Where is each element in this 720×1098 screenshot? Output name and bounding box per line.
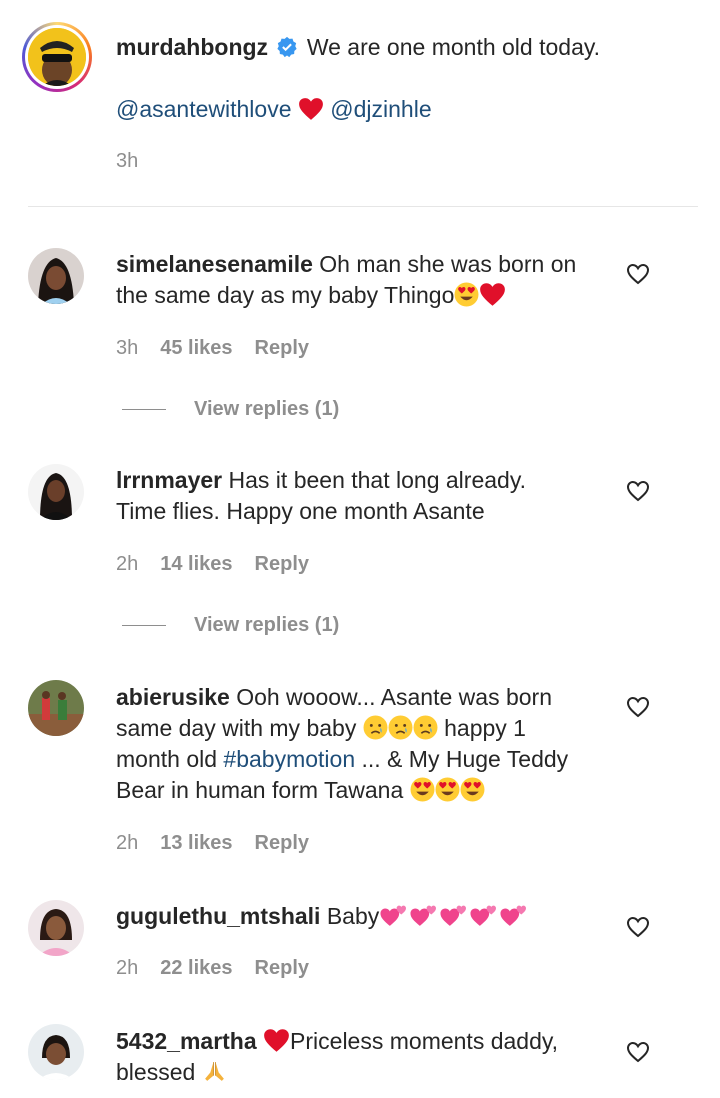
red-heart-emoji	[263, 1028, 290, 1053]
like-heart-icon[interactable]	[626, 916, 650, 938]
comment-body: 5432_martha Priceless moments daddy, ble…	[116, 1026, 558, 1088]
like-heart-icon[interactable]	[626, 480, 650, 502]
like-heart-icon[interactable]	[626, 1041, 650, 1063]
divider	[28, 206, 698, 207]
comment-text: Oh man she was born on	[319, 251, 577, 277]
post-username[interactable]: murdahbongz	[116, 34, 268, 60]
crying-face-emoji	[388, 715, 413, 740]
comment-time: 3h	[116, 337, 139, 359]
avatar[interactable]	[28, 464, 84, 520]
comment-meta: 3h 45 likes Reply	[116, 337, 309, 360]
post-time: 3h	[116, 150, 139, 172]
comment-username[interactable]: lrrnmayer	[116, 467, 222, 493]
avatar[interactable]	[28, 680, 84, 736]
comment-time: 2h	[116, 957, 139, 979]
avatar[interactable]	[28, 248, 84, 304]
view-replies-button[interactable]: View replies (1)	[122, 614, 339, 637]
likes-count[interactable]: 45 likes	[160, 337, 232, 360]
comment-username[interactable]: 5432_martha	[116, 1028, 257, 1054]
comment-text: ... & My Huge Teddy	[361, 746, 569, 772]
two-hearts-emoji	[409, 903, 439, 928]
reply-button[interactable]: Reply	[255, 337, 309, 360]
comment-text: Ooh wooow... Asante was born	[236, 684, 552, 710]
post-meta: 3h	[116, 150, 138, 173]
comment-text: blessed	[116, 1059, 196, 1085]
reply-button[interactable]: Reply	[255, 832, 309, 855]
reply-button[interactable]: Reply	[255, 957, 309, 980]
comment-time: 2h	[116, 553, 139, 575]
mention-link[interactable]: @asantewithlove	[116, 96, 292, 122]
mention-link[interactable]: @djzinhle	[330, 96, 431, 122]
red-heart-emoji	[479, 282, 506, 307]
comment-text: Time flies. Happy one month Asante	[116, 498, 485, 524]
comment-text: month old	[116, 746, 218, 772]
red-heart-emoji	[298, 97, 324, 121]
crying-face-emoji	[413, 715, 438, 740]
comment-body: abierusike Ooh wooow... Asante was born …	[116, 682, 568, 806]
post-author-avatar[interactable]	[22, 22, 92, 92]
likes-count[interactable]: 14 likes	[160, 553, 232, 576]
heart-eyes-emoji	[435, 777, 460, 802]
comment-body: gugulethu_mtshali Baby	[116, 901, 529, 932]
hashtag-link[interactable]: #babymotion	[223, 746, 355, 772]
view-replies-line	[122, 625, 166, 626]
comment-text: Baby	[326, 903, 380, 929]
comment-text: same day with my baby	[116, 715, 357, 741]
heart-eyes-emoji	[410, 777, 435, 802]
like-heart-icon[interactable]	[626, 263, 650, 285]
two-hearts-emoji	[499, 903, 529, 928]
comment-meta: 2h 14 likes Reply	[116, 553, 309, 576]
two-hearts-emoji	[469, 903, 499, 928]
comment-meta: 2h 13 likes Reply	[116, 832, 309, 855]
view-replies-label: View replies (1)	[194, 614, 340, 636]
two-hearts-emoji	[379, 903, 409, 928]
comment-meta: 2h 22 likes Reply	[116, 957, 309, 980]
comment-body: simelanesenamile Oh man she was born on …	[116, 249, 576, 311]
comment-text: Priceless moments daddy,	[290, 1028, 559, 1054]
reply-button[interactable]: Reply	[255, 553, 309, 576]
view-replies-label: View replies (1)	[194, 398, 340, 420]
two-hearts-emoji	[439, 903, 469, 928]
post-caption: murdahbongz We are one month old today.	[116, 32, 600, 63]
avatar[interactable]	[28, 900, 84, 956]
likes-count[interactable]: 13 likes	[160, 832, 232, 855]
comment-username[interactable]: gugulethu_mtshali	[116, 903, 320, 929]
comment-username[interactable]: abierusike	[116, 684, 230, 710]
comment-time: 2h	[116, 832, 139, 854]
post-mentions: @asantewithlove @djzinhle	[116, 94, 432, 125]
view-replies-line	[122, 409, 166, 410]
folded-hands-emoji	[202, 1059, 227, 1084]
heart-eyes-emoji	[460, 777, 485, 802]
comment-text: the same day as my baby Thingo	[116, 282, 455, 308]
comment-body: lrrnmayer Has it been that long already.…	[116, 465, 526, 527]
post-caption-text: We are one month old today.	[306, 34, 601, 60]
comment-username[interactable]: simelanesenamile	[116, 251, 313, 277]
heart-eyes-emoji	[454, 282, 479, 307]
likes-count[interactable]: 22 likes	[160, 957, 232, 980]
comment-text: Has it been that long already.	[228, 467, 526, 493]
view-replies-button[interactable]: View replies (1)	[122, 398, 339, 421]
like-heart-icon[interactable]	[626, 696, 650, 718]
avatar[interactable]	[28, 1024, 84, 1080]
verified-badge-icon	[277, 36, 298, 58]
comment-text: happy 1	[444, 715, 526, 741]
crying-face-emoji	[363, 715, 388, 740]
comment-text: Bear in human form Tawana	[116, 777, 404, 803]
